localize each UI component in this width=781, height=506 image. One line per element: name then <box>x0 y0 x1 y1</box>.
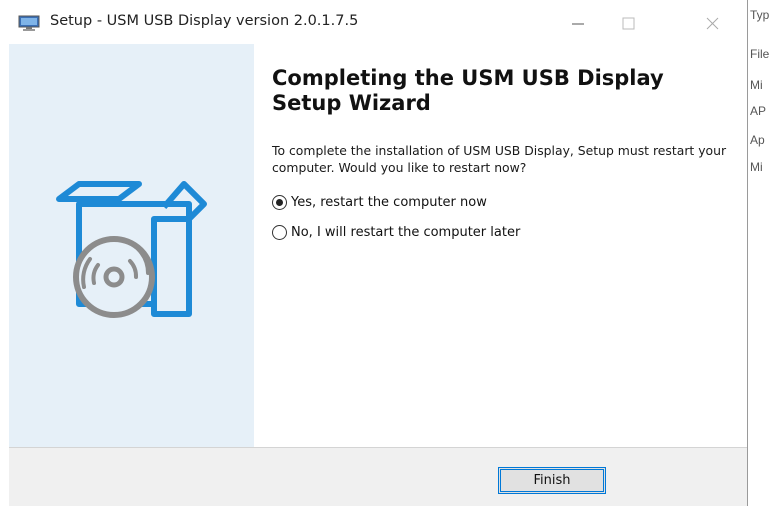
bg-list-item: Mi <box>750 160 763 174</box>
maximize-button[interactable] <box>609 8 649 38</box>
title-bar[interactable]: Setup - USM USB Display version 2.0.1.7.… <box>0 0 747 44</box>
radio-button-checked[interactable] <box>272 195 287 210</box>
radio-option-restart-now[interactable]: Yes, restart the computer now <box>272 195 487 210</box>
radio-button-unchecked[interactable] <box>272 225 287 240</box>
close-button[interactable] <box>693 8 733 38</box>
install-package-icon <box>54 179 214 363</box>
monitor-icon <box>18 15 40 31</box>
bg-list-item: AP <box>750 104 767 118</box>
bg-column-header: Typ <box>750 8 770 22</box>
background-explorer-panel: Typ File Mi AP Ap Mi <box>748 0 781 506</box>
radio-label: Yes, restart the computer now <box>291 195 487 210</box>
setup-window: Setup - USM USB Display version 2.0.1.7.… <box>0 0 748 506</box>
finish-button[interactable]: Finish <box>498 467 606 494</box>
wizard-heading: Completing the USM USB Display Setup Wiz… <box>272 66 664 115</box>
wizard-description: To complete the installation of USM USB … <box>272 143 727 175</box>
wizard-content: Completing the USM USB Display Setup Wiz… <box>254 44 747 447</box>
bg-list-item: Ap <box>750 133 765 147</box>
wizard-footer: Finish <box>9 448 747 506</box>
window-title: Setup - USM USB Display version 2.0.1.7.… <box>50 13 359 29</box>
radio-option-restart-later[interactable]: No, I will restart the computer later <box>272 225 520 240</box>
minimize-button[interactable] <box>558 8 598 38</box>
wizard-side-panel <box>9 44 254 447</box>
bg-list-item: Mi <box>750 78 763 92</box>
radio-label: No, I will restart the computer later <box>291 225 521 240</box>
bg-list-item: File <box>750 47 770 61</box>
